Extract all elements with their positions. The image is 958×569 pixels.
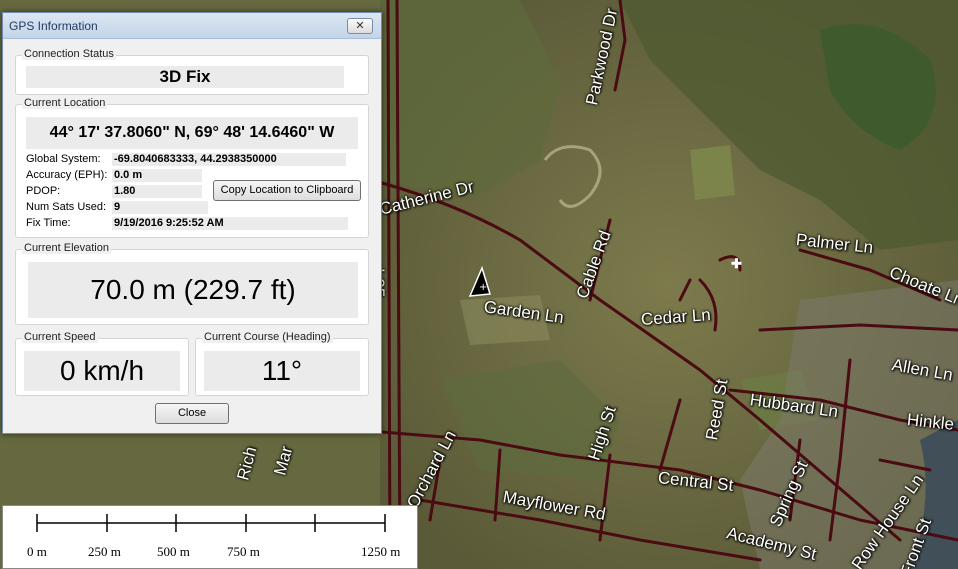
current-elevation-group: Current Elevation 70.0 m (229.7 ft) bbox=[15, 242, 369, 325]
location-coordinates: 44° 17' 37.8060" N, 69° 48' 14.6460" W bbox=[26, 117, 358, 149]
scale-tick-label: 1250 m bbox=[361, 544, 401, 559]
speed-value: 0 km/h bbox=[24, 351, 180, 391]
current-location-title: Current Location bbox=[22, 97, 108, 109]
current-speed-title: Current Speed bbox=[22, 331, 98, 343]
dialog-titlebar[interactable]: GPS Information ✕ bbox=[3, 13, 381, 39]
num-sats-label: Num Sats Used: bbox=[26, 201, 107, 213]
close-icon[interactable]: ✕ bbox=[347, 18, 373, 34]
scale-tick-label: 750 m bbox=[227, 544, 260, 559]
scale-tick-label: 500 m bbox=[157, 544, 190, 559]
pdop-value: 1.80 bbox=[112, 185, 202, 198]
landmark-cross-icon: ✚ bbox=[731, 256, 742, 271]
connection-status-title: Connection Status bbox=[22, 48, 116, 60]
accuracy-label: Accuracy (EPH): bbox=[26, 169, 108, 181]
current-elevation-title: Current Elevation bbox=[22, 242, 111, 254]
global-system-label: Global System: bbox=[26, 153, 101, 165]
copy-location-button[interactable]: Copy Location to Clipboard bbox=[213, 180, 361, 201]
fix-time-value: 9/19/2016 9:25:52 AM bbox=[112, 217, 348, 230]
scale-tick-label: 250 m bbox=[88, 544, 121, 559]
current-location-group: Current Location 44° 17' 37.8060" N, 69°… bbox=[15, 97, 369, 238]
fix-time-label: Fix Time: bbox=[26, 217, 71, 229]
scale-tick-label: 0 m bbox=[27, 544, 47, 559]
course-value: 11° bbox=[204, 351, 360, 391]
svg-text:+: + bbox=[479, 282, 487, 293]
current-course-group: Current Course (Heading) 11° bbox=[195, 331, 369, 396]
gps-information-dialog: GPS Information ✕ Connection Status 3D F… bbox=[2, 12, 382, 434]
dialog-title: GPS Information bbox=[9, 19, 98, 33]
scale-bar: 0 m 250 m 500 m 750 m 1250 m bbox=[2, 505, 418, 569]
pdop-label: PDOP: bbox=[26, 185, 61, 197]
accuracy-value: 0.0 m bbox=[112, 169, 202, 182]
connection-status-value: 3D Fix bbox=[26, 66, 344, 88]
gps-position-marker-icon: + bbox=[468, 266, 491, 297]
current-course-title: Current Course (Heading) bbox=[202, 331, 333, 343]
scale-bar-ruler bbox=[36, 514, 386, 532]
connection-status-group: Connection Status 3D Fix bbox=[15, 48, 369, 95]
num-sats-value: 9 bbox=[112, 201, 208, 214]
current-speed-group: Current Speed 0 km/h bbox=[15, 331, 189, 396]
elevation-value: 70.0 m (229.7 ft) bbox=[28, 262, 358, 318]
close-button[interactable]: Close bbox=[155, 403, 229, 424]
global-system-value: -69.8040683333, 44.2938350000 bbox=[112, 153, 346, 166]
